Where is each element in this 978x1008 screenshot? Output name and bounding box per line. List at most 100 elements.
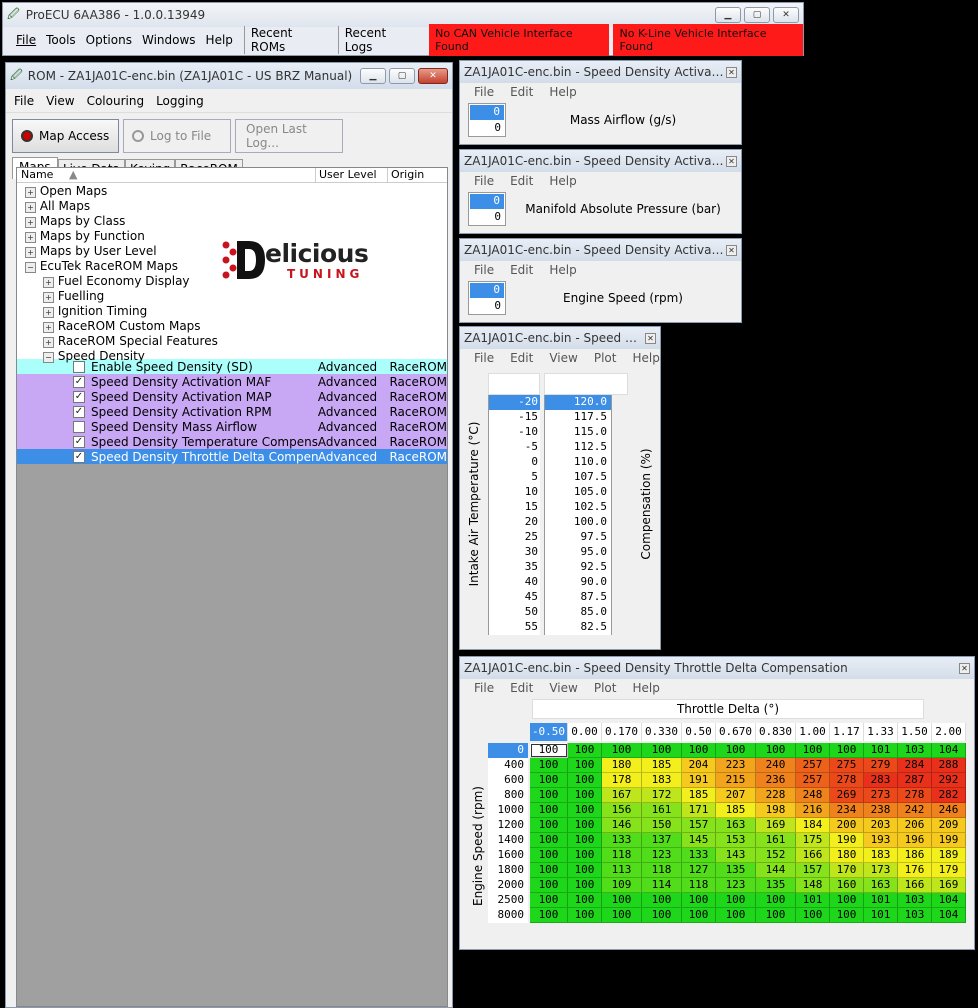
thr-value-cell[interactable]: 157: [796, 863, 830, 878]
thr-row-axis-cell[interactable]: 800: [488, 788, 528, 803]
thr-row-axis-cell[interactable]: 1000: [488, 803, 528, 818]
thr-value-cell[interactable]: 248: [796, 788, 830, 803]
act-menu-edit[interactable]: Edit: [510, 85, 533, 99]
thr-value-cell[interactable]: 100: [530, 788, 568, 803]
thr-value-cell[interactable]: 223: [716, 758, 756, 773]
thr-value-cell[interactable]: 167: [602, 788, 642, 803]
thr-value-cell[interactable]: 101: [796, 893, 830, 908]
thr-value-cell[interactable]: 100: [830, 908, 864, 923]
speed-density-item[interactable]: ✓ Speed Density Activation RPM Advanced Rac…: [17, 404, 447, 419]
thr-value-cell[interactable]: 170: [830, 863, 864, 878]
act-menu-file[interactable]: File: [474, 85, 494, 99]
thr-value-cell[interactable]: 292: [932, 773, 966, 788]
thr-value-cell[interactable]: 228: [756, 788, 796, 803]
speed-density-item[interactable]: Speed Density Mass Airflow Advanced RaceRO…: [17, 419, 447, 434]
thr-value-cell[interactable]: 275: [830, 758, 864, 773]
thr-value-cell[interactable]: 284: [898, 758, 932, 773]
expand-icon[interactable]: +: [25, 187, 36, 198]
thr-row-axis-cell[interactable]: 400: [488, 758, 528, 773]
thr-value-cell[interactable]: 191: [682, 773, 716, 788]
temp-axis-cell[interactable]: 15: [488, 500, 540, 515]
thr-value-cell[interactable]: 216: [796, 803, 830, 818]
thr-value-cell[interactable]: 185: [716, 803, 756, 818]
thr-row-axis-cell[interactable]: 1200: [488, 818, 528, 833]
thr-col-cell[interactable]: 1.00: [796, 723, 830, 741]
thr-col-cell[interactable]: 0.830: [756, 723, 796, 741]
temp-close-icon[interactable]: ✕: [645, 332, 656, 344]
tree-node[interactable]: + Maps by Function: [25, 229, 145, 243]
thr-row-axis-cell[interactable]: 1600: [488, 848, 528, 863]
temp-value-cell[interactable]: 97.5: [544, 530, 612, 545]
thr-value-cell[interactable]: 101: [864, 743, 898, 758]
thr-value-cell[interactable]: 100: [642, 743, 682, 758]
expand-icon[interactable]: +: [25, 202, 36, 213]
thr-value-cell[interactable]: 127: [682, 863, 716, 878]
thr-value-cell[interactable]: 101: [864, 908, 898, 923]
thr-value-cell[interactable]: 189: [932, 848, 966, 863]
thr-value-cell[interactable]: 153: [716, 833, 756, 848]
rom-maximize-button[interactable]: ▢: [389, 68, 415, 84]
thr-value-cell[interactable]: 288: [932, 758, 966, 773]
thr-value-cell[interactable]: 238: [864, 803, 898, 818]
thr-value-cell[interactable]: 100: [716, 743, 756, 758]
thr-value-cell[interactable]: 137: [642, 833, 682, 848]
thr-value-cell[interactable]: 180: [830, 848, 864, 863]
tree-node[interactable]: + Fuelling: [43, 289, 104, 303]
thr-value-cell[interactable]: 166: [796, 848, 830, 863]
col-name[interactable]: Name ▲: [17, 168, 315, 182]
menu-windows[interactable]: Windows: [142, 33, 196, 47]
thr-value-cell[interactable]: 269: [830, 788, 864, 803]
temp-value-cell[interactable]: 120.0: [544, 395, 612, 410]
temp-menu-plot[interactable]: Plot: [594, 351, 617, 365]
temp-axis-cell[interactable]: 5: [488, 470, 540, 485]
thr-value-cell[interactable]: 207: [716, 788, 756, 803]
speed-density-item[interactable]: ✓ Speed Density Throttle Delta Compensat.…: [17, 449, 447, 464]
thr-value-cell[interactable]: 185: [642, 758, 682, 773]
thr-value-cell[interactable]: 100: [642, 908, 682, 923]
temp-menu-file[interactable]: File: [474, 351, 494, 365]
thr-value-cell[interactable]: 179: [932, 863, 966, 878]
thr-value-cell[interactable]: 100: [756, 743, 796, 758]
thr-value-cell[interactable]: 114: [642, 878, 682, 893]
thr-value-cell[interactable]: 242: [898, 803, 932, 818]
temp-value-cell[interactable]: 90.0: [544, 575, 612, 590]
thr-value-cell[interactable]: 161: [756, 833, 796, 848]
thr-value-cell[interactable]: 100: [568, 878, 602, 893]
temp-value-cell[interactable]: 110.0: [544, 455, 612, 470]
act-menu-file[interactable]: File: [474, 174, 494, 188]
thr-menu-help[interactable]: Help: [632, 681, 659, 695]
thr-value-cell[interactable]: 143: [716, 848, 756, 863]
thr-col-cell[interactable]: 0.00: [568, 723, 602, 741]
thr-value-cell[interactable]: 100: [796, 908, 830, 923]
expand-icon[interactable]: +: [43, 307, 54, 318]
temp-value-cell[interactable]: 117.5: [544, 410, 612, 425]
minimize-button[interactable]: ▁: [715, 7, 741, 23]
thr-value-cell[interactable]: 278: [898, 788, 932, 803]
thr-value-cell[interactable]: 198: [756, 803, 796, 818]
rom-menu-logging[interactable]: Logging: [156, 94, 204, 108]
temp-value-cell[interactable]: 92.5: [544, 560, 612, 575]
thr-value-cell[interactable]: 118: [642, 863, 682, 878]
thr-value-cell[interactable]: 283: [864, 773, 898, 788]
thr-value-cell[interactable]: 175: [796, 833, 830, 848]
menu-tools[interactable]: Tools: [46, 33, 76, 47]
thr-value-cell[interactable]: 100: [568, 893, 602, 908]
thr-row-axis-cell[interactable]: 0: [488, 743, 528, 758]
thr-value-cell[interactable]: 200: [830, 818, 864, 833]
thr-value-cell[interactable]: 100: [568, 758, 602, 773]
thr-value-cell[interactable]: 100: [568, 908, 602, 923]
thr-value-cell[interactable]: 103: [898, 908, 932, 923]
tree-node[interactable]: + Ignition Timing: [43, 304, 147, 318]
temp-axis-cell[interactable]: 0: [488, 455, 540, 470]
thr-value-cell[interactable]: 176: [898, 863, 932, 878]
thr-value-cell[interactable]: 199: [932, 833, 966, 848]
thr-value-cell[interactable]: 100: [568, 848, 602, 863]
thr-value-cell[interactable]: 246: [932, 803, 966, 818]
thr-value-cell[interactable]: 172: [642, 788, 682, 803]
item-checkbox[interactable]: ✓: [73, 375, 85, 388]
temp-value-cell[interactable]: 102.5: [544, 500, 612, 515]
thr-value-cell[interactable]: 100: [602, 743, 642, 758]
thr-value-cell[interactable]: 279: [864, 758, 898, 773]
thr-value-cell[interactable]: 152: [756, 848, 796, 863]
item-checkbox[interactable]: [73, 420, 85, 433]
